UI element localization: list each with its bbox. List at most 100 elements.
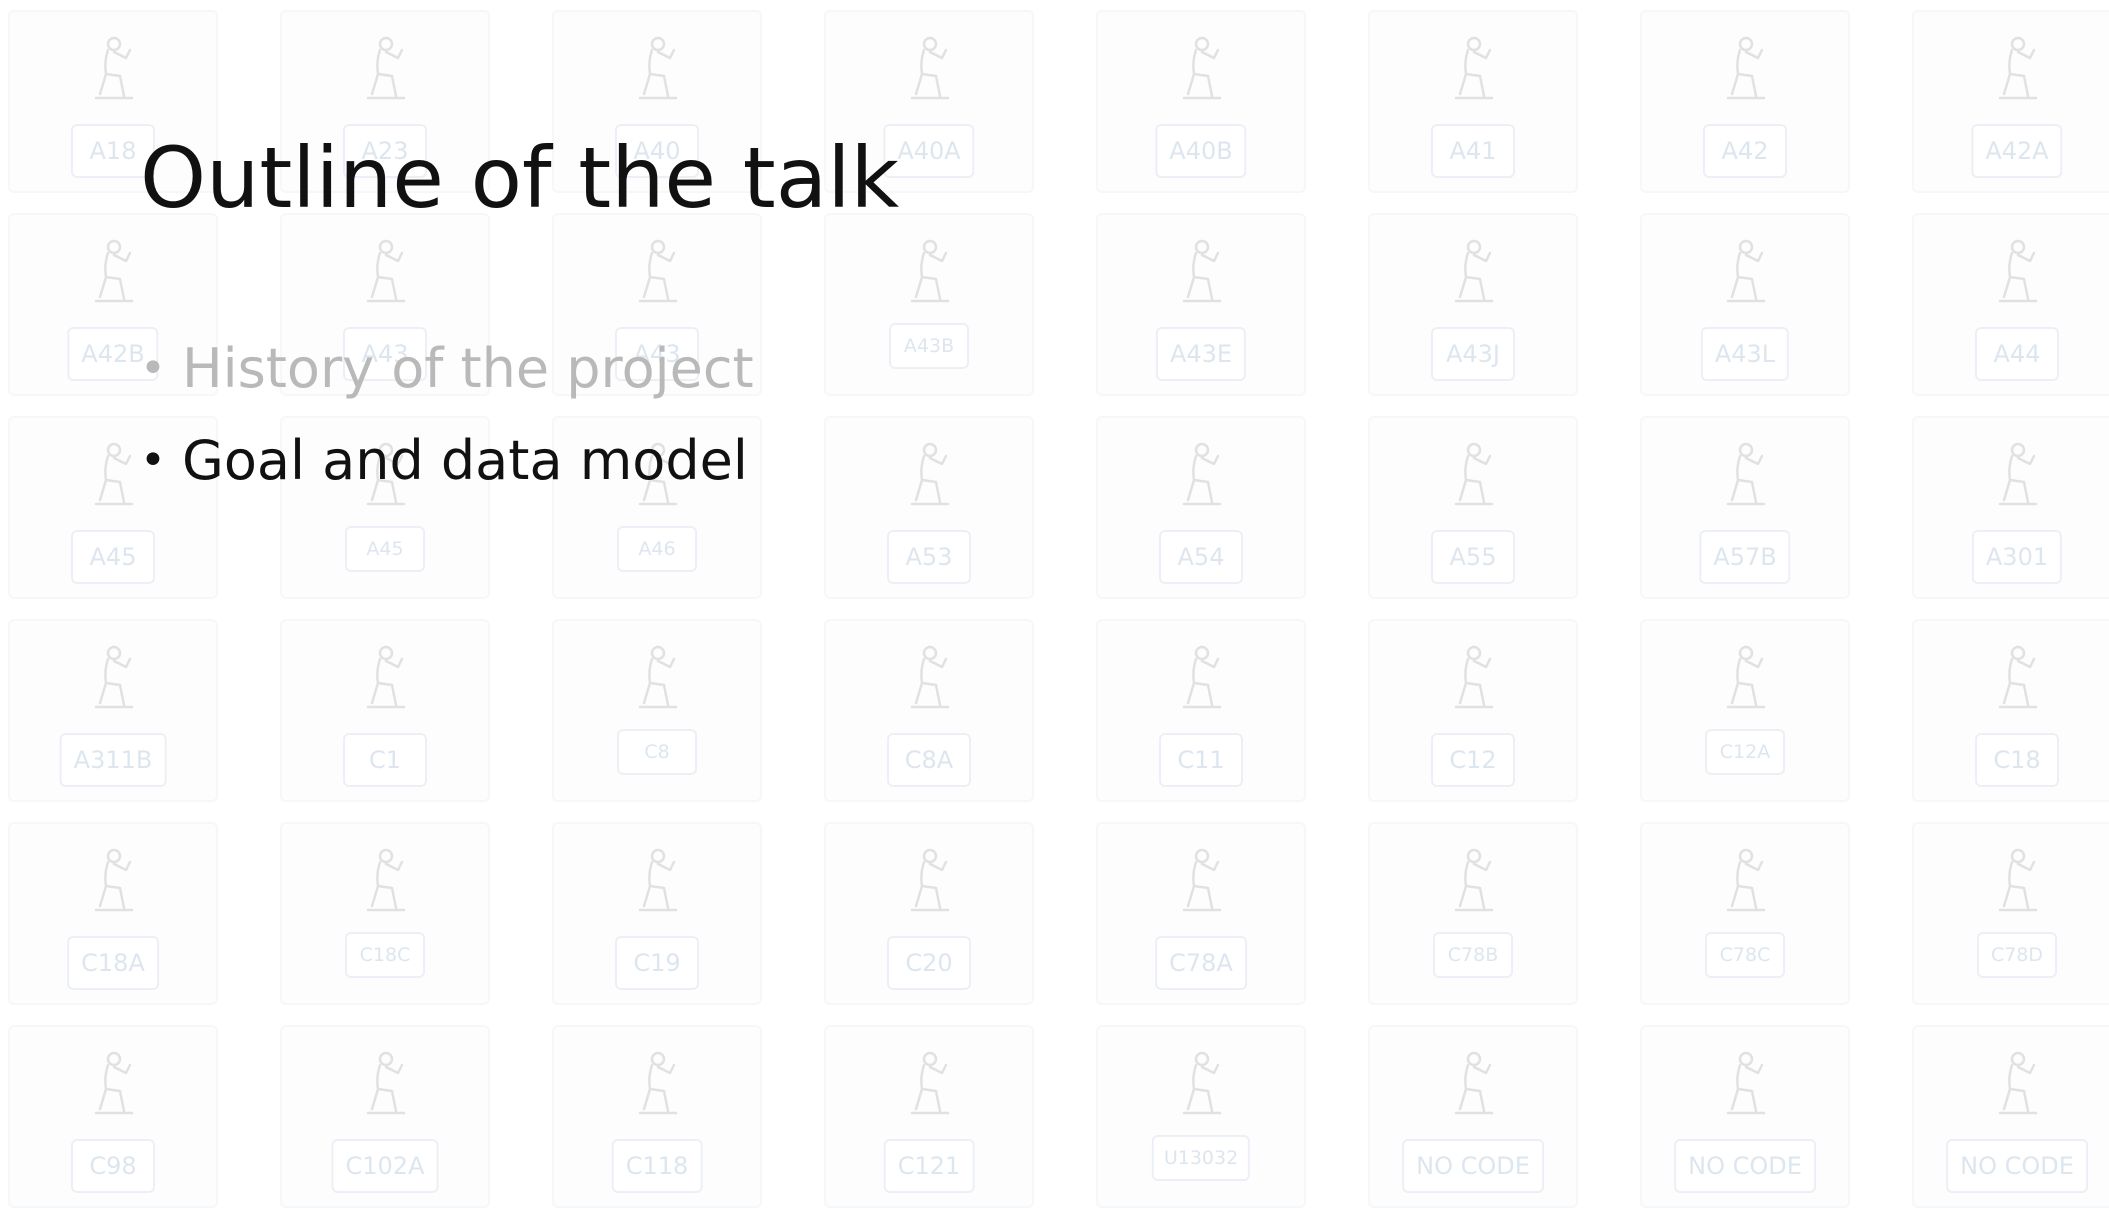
sign-code-label: NO CODE [1402, 1139, 1544, 1193]
sign-code-label: C78C [1705, 932, 1785, 978]
sign-card: C78D [1912, 822, 2109, 1005]
sign-card: A42A [1912, 10, 2109, 193]
hieroglyph-sign-icon [350, 844, 420, 924]
sign-code-label: A301 [1971, 530, 2063, 584]
hieroglyph-sign-icon [1166, 844, 1236, 924]
sign-card: A43L [1640, 213, 1850, 396]
slide-title: Outline of the talk [140, 129, 900, 227]
sign-card: A53 [824, 416, 1034, 599]
sign-code-label: C18 [1975, 733, 2059, 787]
bullet-text: Goal and data model [182, 428, 748, 492]
sign-code-label: C19 [615, 936, 699, 990]
sign-card: U13032 [1096, 1025, 1306, 1208]
hieroglyph-sign-icon [1438, 235, 1508, 315]
sign-card: C78A [1096, 822, 1306, 1005]
hieroglyph-sign-icon [78, 235, 148, 315]
sign-card: A301 [1912, 416, 2109, 599]
hieroglyph-sign-icon [78, 844, 148, 924]
sign-card: A43J [1368, 213, 1578, 396]
sign-code-label: A53 [887, 530, 971, 584]
sign-card: C11 [1096, 619, 1306, 802]
sign-card: A40B [1096, 10, 1306, 193]
sign-code-label: C1 [343, 733, 427, 787]
sign-code-label: C78D [1977, 932, 2057, 978]
sign-code-label: C98 [71, 1139, 155, 1193]
sign-code-label: C78B [1433, 932, 1513, 978]
sign-card: C78C [1640, 822, 1850, 1005]
sign-code-label: C8 [617, 729, 697, 775]
sign-card: C12A [1640, 619, 1850, 802]
sign-code-label: A43B [889, 323, 969, 369]
sign-card: C102A [280, 1025, 490, 1208]
hieroglyph-sign-icon [1982, 32, 2052, 112]
sign-code-label: C102A [331, 1139, 439, 1193]
sign-card: C19 [552, 822, 762, 1005]
sign-code-label: A54 [1159, 530, 1243, 584]
sign-code-label: C12 [1431, 733, 1515, 787]
hieroglyph-sign-icon [622, 844, 692, 924]
hieroglyph-sign-icon [350, 235, 420, 315]
sign-code-label: C118 [611, 1139, 703, 1193]
sign-code-label: A46 [617, 526, 697, 572]
hieroglyph-sign-icon [350, 641, 420, 721]
hieroglyph-sign-icon [78, 438, 148, 518]
sign-card: C18A [8, 822, 218, 1005]
sign-code-label: C18A [67, 936, 159, 990]
hieroglyph-sign-icon [622, 32, 692, 112]
sign-code-label: A44 [1975, 327, 2059, 381]
bullet-dot: • [140, 434, 166, 486]
sign-card: NO CODE [1368, 1025, 1578, 1208]
hieroglyph-sign-icon [78, 32, 148, 112]
sign-code-label: C18C [345, 932, 425, 978]
hieroglyph-sign-icon [894, 235, 964, 315]
sign-card: A42 [1640, 10, 1850, 193]
hieroglyph-sign-icon [1166, 32, 1236, 112]
hieroglyph-sign-icon [350, 32, 420, 112]
hieroglyph-sign-icon [1710, 1047, 1780, 1127]
sign-card: A54 [1096, 416, 1306, 599]
bullet-item-history: • History of the project [140, 322, 754, 414]
sign-card: C98 [8, 1025, 218, 1208]
sign-code-label: A57B [1699, 530, 1791, 584]
sign-card: A44 [1912, 213, 2109, 396]
sign-card: C20 [824, 822, 1034, 1005]
sign-card: A41 [1368, 10, 1578, 193]
sign-card: C121 [824, 1025, 1034, 1208]
hieroglyph-sign-icon [1982, 438, 2052, 518]
hieroglyph-sign-icon [894, 1047, 964, 1127]
sign-code-label: C121 [883, 1139, 975, 1193]
sign-code-label: A43E [1155, 327, 1247, 381]
sign-code-label: A42 [1703, 124, 1787, 178]
sign-code-label: A43L [1700, 327, 1790, 381]
hieroglyph-sign-icon [1438, 438, 1508, 518]
bullet-list: • History of the project • Goal and data… [140, 322, 754, 506]
hieroglyph-sign-icon [350, 1047, 420, 1127]
sign-card: A311B [8, 619, 218, 802]
sign-code-label: A43J [1431, 327, 1515, 381]
sign-code-label: C78A [1155, 936, 1247, 990]
sign-card: A55 [1368, 416, 1578, 599]
sign-code-label: A40B [1155, 124, 1247, 178]
hieroglyph-sign-icon [78, 1047, 148, 1127]
hieroglyph-sign-icon [622, 235, 692, 315]
hieroglyph-sign-icon [1710, 438, 1780, 518]
hieroglyph-sign-icon [1166, 438, 1236, 518]
hieroglyph-sign-icon [622, 641, 692, 721]
sign-card: C18 [1912, 619, 2109, 802]
sign-code-label: C11 [1159, 733, 1243, 787]
hieroglyph-sign-icon [1166, 641, 1236, 721]
hieroglyph-sign-icon [1710, 32, 1780, 112]
sign-card: C78B [1368, 822, 1578, 1005]
sign-card: C8 [552, 619, 762, 802]
hieroglyph-sign-icon [1982, 844, 2052, 924]
sign-card: A43B [824, 213, 1034, 396]
hieroglyph-sign-icon [894, 641, 964, 721]
sign-code-label: NO CODE [1674, 1139, 1816, 1193]
sign-code-label: A45 [345, 526, 425, 572]
hieroglyph-sign-icon [1710, 844, 1780, 924]
hieroglyph-sign-icon [1982, 641, 2052, 721]
sign-card: C8A [824, 619, 1034, 802]
sign-code-label: C12A [1705, 729, 1785, 775]
hieroglyph-sign-icon [622, 1047, 692, 1127]
hieroglyph-sign-icon [894, 844, 964, 924]
